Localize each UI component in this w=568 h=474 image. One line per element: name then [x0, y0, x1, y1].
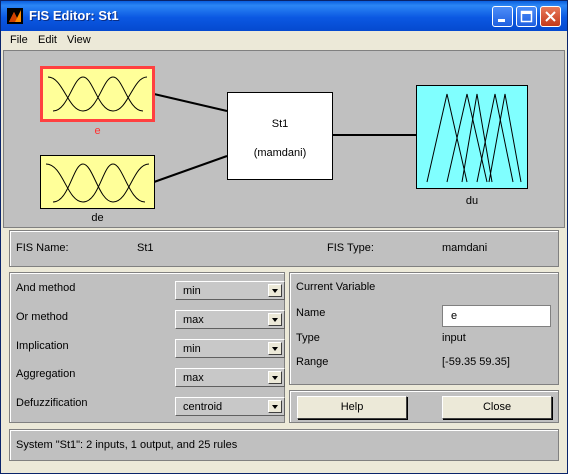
input-e-membership-plot [47, 76, 148, 112]
and-method-label: And method [16, 282, 76, 294]
output-du-box[interactable] [416, 85, 528, 189]
input-de-label: de [91, 212, 104, 224]
aggregation-select[interactable]: max [175, 368, 285, 387]
menu-file[interactable]: File [10, 34, 28, 46]
close-window-button[interactable] [540, 6, 561, 27]
window-title: FIS Editor: St1 [29, 8, 119, 23]
implication-label: Implication [16, 340, 69, 352]
fis-editor-window: FIS Editor: St1 File Edit View e de St1 … [0, 0, 568, 474]
variable-type-label: Type [296, 332, 320, 344]
input-e-label: e [94, 125, 101, 137]
maximize-button[interactable] [516, 6, 537, 27]
status-text: System "St1": 2 inputs, 1 output, and 25… [16, 439, 238, 451]
defuzzification-select[interactable]: centroid [175, 397, 285, 416]
input-de-box[interactable] [40, 155, 155, 209]
chevron-down-icon[interactable] [268, 342, 282, 355]
defuzzification-value: centroid [183, 401, 223, 413]
aggregation-value: max [183, 372, 204, 384]
variable-name-input[interactable]: e [442, 305, 551, 327]
fis-system-box[interactable]: St1 (mamdani) [227, 92, 333, 180]
chevron-down-icon[interactable] [268, 284, 282, 297]
matlab-app-icon [7, 8, 23, 24]
input-e-box[interactable] [40, 66, 155, 122]
title-bar[interactable]: FIS Editor: St1 [1, 1, 567, 31]
fis-type-label: FIS Type: [327, 242, 374, 254]
current-variable-heading: Current Variable [296, 281, 376, 293]
variable-name-label: Name [296, 307, 326, 319]
minimize-button[interactable] [492, 6, 513, 27]
chevron-down-icon[interactable] [268, 371, 282, 384]
implication-value: min [183, 343, 201, 355]
system-type: (mamdani) [253, 147, 307, 159]
menu-bar: File Edit View [1, 31, 567, 50]
menu-edit[interactable]: Edit [38, 34, 57, 46]
variable-range-value: [-59.35 59.35] [442, 356, 510, 368]
help-button[interactable]: Help [297, 396, 407, 419]
and-method-value: min [183, 285, 201, 297]
aggregation-label: Aggregation [16, 368, 76, 380]
fis-info-panel: FIS Name: St1 FIS Type: mamdani [9, 230, 559, 267]
fis-diagram: e de St1 (mamdani) du [3, 50, 565, 228]
defuzzification-label: Defuzzification [16, 397, 88, 409]
fis-type-value: mamdani [442, 242, 488, 254]
input-de-membership-plot [45, 163, 150, 203]
status-bar: System "St1": 2 inputs, 1 output, and 25… [9, 429, 559, 461]
fis-name-label: FIS Name: [16, 242, 69, 254]
or-method-label: Or method [16, 311, 68, 323]
system-name: St1 [271, 118, 289, 130]
variable-type-value: input [442, 332, 466, 344]
and-method-select[interactable]: min [175, 281, 285, 300]
chevron-down-icon[interactable] [268, 400, 282, 413]
button-panel: Help Close [289, 390, 559, 423]
fis-name-value: St1 [137, 242, 154, 254]
variable-name-value: e [451, 310, 458, 322]
output-du-membership-plot [426, 93, 522, 183]
output-du-label: du [465, 195, 479, 207]
methods-panel: And method min Or method max Implication… [9, 272, 285, 423]
or-method-value: max [183, 314, 204, 326]
current-variable-panel: Current Variable Name e Type input Range… [289, 272, 559, 385]
variable-range-label: Range [296, 356, 329, 368]
menu-view[interactable]: View [67, 34, 91, 46]
implication-select[interactable]: min [175, 339, 285, 358]
chevron-down-icon[interactable] [268, 313, 282, 326]
or-method-select[interactable]: max [175, 310, 285, 329]
close-button[interactable]: Close [442, 396, 552, 419]
